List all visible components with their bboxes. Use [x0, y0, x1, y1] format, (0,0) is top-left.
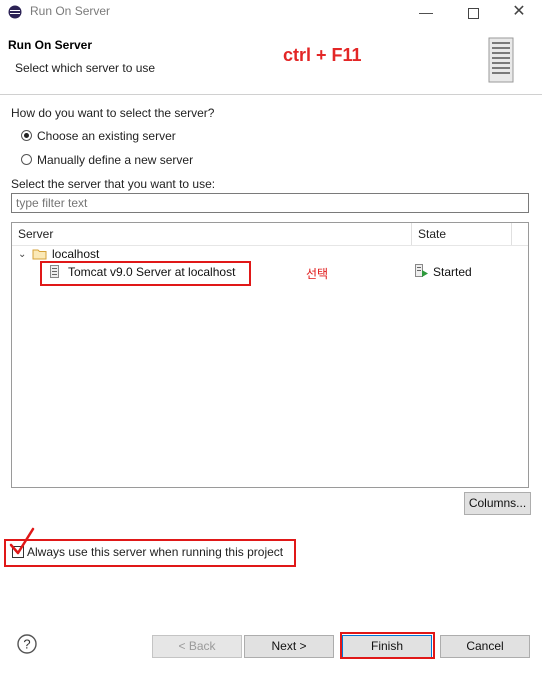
cancel-button[interactable]: Cancel	[440, 635, 530, 658]
radio-new-label[interactable]: Manually define a new server	[37, 153, 193, 167]
radio-existing-server[interactable]	[21, 130, 32, 141]
dialog-subtitle: Select which server to use	[15, 61, 156, 75]
column-header-server[interactable]: Server	[18, 223, 53, 245]
server-list-prompt: Select the server that you want to use:	[11, 177, 216, 191]
filter-input[interactable]	[11, 193, 529, 213]
server-started-icon	[415, 264, 428, 277]
column-divider[interactable]	[411, 223, 412, 245]
close-icon[interactable]: ✕	[496, 0, 542, 24]
highlight-finish-box	[340, 632, 435, 659]
dialog-title: Run On Server	[8, 38, 93, 52]
tree-node-localhost[interactable]: localhost	[52, 247, 99, 261]
window-title: Run On Server	[30, 4, 111, 18]
svg-text:?: ?	[23, 637, 30, 652]
radio-new-server[interactable]	[21, 154, 32, 165]
radio-existing-label[interactable]: Choose an existing server	[37, 129, 176, 143]
highlight-tomcat-box	[40, 261, 251, 286]
server-tower-icon	[488, 37, 514, 83]
next-button[interactable]: Next >	[244, 635, 334, 658]
selection-question: How do you want to select the server?	[11, 106, 215, 120]
chevron-down-icon[interactable]: ⌄	[18, 249, 26, 260]
help-icon[interactable]: ?	[17, 634, 37, 654]
back-button[interactable]: < Back	[152, 635, 242, 658]
maximize-icon[interactable]	[450, 0, 496, 24]
column-divider[interactable]	[511, 223, 512, 245]
server-state: Started	[433, 265, 472, 279]
folder-icon	[32, 249, 47, 260]
column-header-state[interactable]: State	[418, 223, 446, 245]
shortcut-annotation: ctrl + F11	[283, 45, 362, 65]
columns-button[interactable]: Columns...	[464, 492, 531, 515]
dialog-banner	[0, 24, 542, 95]
minimize-icon[interactable]: —	[403, 0, 449, 24]
select-annotation: 선택	[306, 267, 329, 281]
eclipse-icon	[8, 5, 22, 19]
highlight-always-use-box	[4, 539, 296, 567]
header-divider	[12, 245, 528, 246]
